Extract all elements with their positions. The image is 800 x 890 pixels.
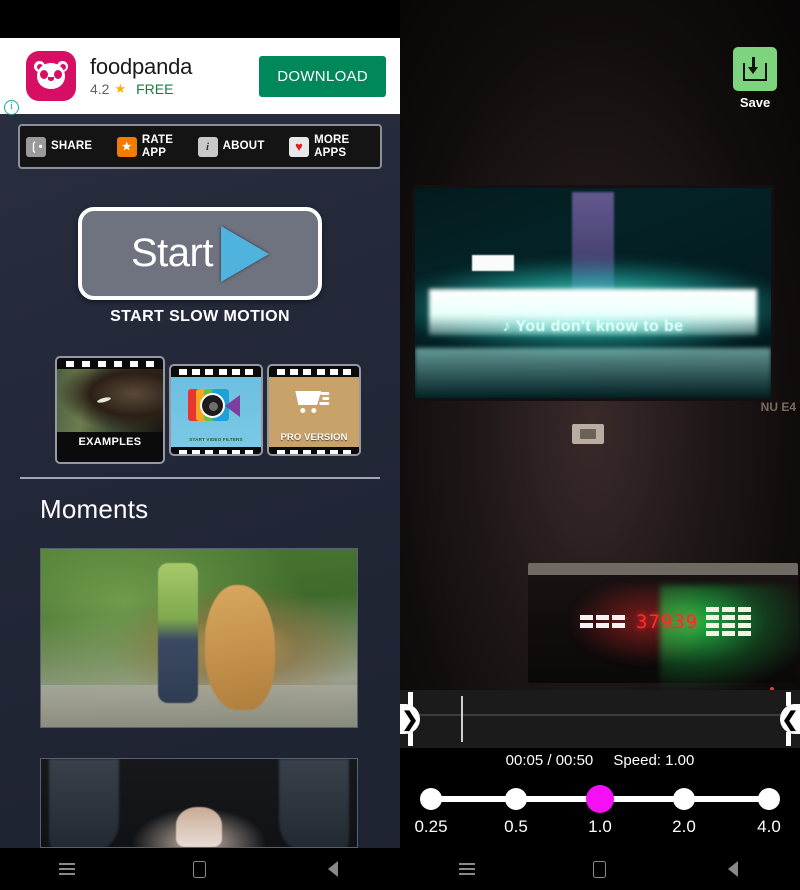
pro-version-thumbnail: PRO VERSION <box>269 377 359 447</box>
tv-screen: ♪ You don't know to be <box>412 185 774 401</box>
rate-app-label: RATE APP <box>141 134 174 159</box>
save-button[interactable] <box>733 47 777 91</box>
ad-app-title: foodpanda <box>90 53 193 79</box>
info-icon: i <box>197 136 218 157</box>
speed-stop-1.0[interactable] <box>586 785 614 813</box>
speed-stop-2.0[interactable] <box>673 788 695 810</box>
speed-display: Speed: 1.00 <box>613 752 695 769</box>
save-label: Save <box>739 95 771 110</box>
pro-version-card-label: PRO VERSION <box>280 432 348 443</box>
status-bar <box>0 0 400 38</box>
ad-banner[interactable]: foodpanda 4.2 ★ FREE DOWNLOAD <box>0 38 400 114</box>
save-control[interactable]: Save <box>723 47 787 110</box>
back-icon[interactable] <box>267 861 400 877</box>
wall-outlet <box>572 424 604 444</box>
trim-handle-right[interactable]: ❮ <box>780 692 800 746</box>
ad-rating: 4.2 <box>90 81 110 98</box>
about-button[interactable]: i ABOUT <box>197 136 289 157</box>
playback-status-row: 00:05 / 00:50 Speed: 1.00 <box>400 752 800 769</box>
timeline-playhead[interactable] <box>461 696 463 742</box>
start-caption: START SLOW MOTION <box>110 308 290 325</box>
video-timeline[interactable]: ❯ ❮ <box>400 690 800 748</box>
action-bar: ❲• SHARE ★ RATE APP i ABOUT ♥ MORE APPS <box>18 124 382 169</box>
timeline-track <box>400 714 800 716</box>
chevron-left-icon: ❮ <box>780 704 800 734</box>
trim-handle-left[interactable]: ❯ <box>400 692 420 746</box>
back-icon[interactable] <box>667 861 800 877</box>
video-filters-card-label: START VIDEO FILTERS <box>189 437 243 442</box>
karaoke-lyric-overlay: ♪ You don't know to be <box>502 318 684 336</box>
ad-price: FREE <box>136 81 174 98</box>
film-perforation <box>269 366 359 377</box>
slow-motion-app-panel: foodpanda 4.2 ★ FREE DOWNLOAD i ❲• SHARE… <box>0 0 400 890</box>
aperture-icon <box>200 393 225 418</box>
ad-text-block: foodpanda 4.2 ★ FREE <box>90 55 259 97</box>
heart-icon: ♥ <box>289 136 310 157</box>
moment-hands-dark[interactable] <box>40 758 358 848</box>
ad-subtitle: 4.2 ★ FREE <box>90 81 259 97</box>
speed-label-0.25: 0.25 <box>414 817 448 836</box>
speed-slider[interactable] <box>420 785 780 813</box>
save-download-icon <box>743 57 767 81</box>
color-filters-icon <box>188 389 246 423</box>
karaoke-machine: 37939 <box>528 563 800 691</box>
video-filters-card[interactable]: START VIDEO FILTERS <box>169 364 263 456</box>
speed-stop-4.0[interactable] <box>758 788 780 810</box>
speed-label-2.0: 2.0 <box>672 817 696 836</box>
time-display: 00:05 / 00:50 <box>505 752 594 769</box>
menu-icon[interactable] <box>0 863 133 875</box>
moments-section-title: Moments <box>40 494 149 524</box>
film-perforation <box>171 366 261 377</box>
menu-icon[interactable] <box>400 863 533 875</box>
screenshot-root: foodpanda 4.2 ★ FREE DOWNLOAD i ❲• SHARE… <box>0 0 800 890</box>
video-filters-thumbnail: START VIDEO FILTERS <box>171 377 261 447</box>
led-number-display: 37939 <box>636 611 699 633</box>
shopping-cart-icon <box>295 389 330 413</box>
start-slow-motion-button[interactable]: Start <box>78 207 322 300</box>
led-block-right <box>706 607 751 636</box>
foodpanda-logo-icon <box>26 51 76 101</box>
speed-label-4.0: 4.0 <box>757 817 781 836</box>
wall-label-text: NU E4 <box>760 400 796 414</box>
about-label: ABOUT <box>222 140 265 153</box>
more-apps-label: MORE APPS <box>314 134 350 159</box>
chevron-right-icon: ❯ <box>400 704 420 734</box>
examples-thumbnail <box>57 369 163 432</box>
share-button[interactable]: ❲• SHARE <box>26 136 117 157</box>
led-block-left <box>580 615 625 628</box>
section-divider <box>20 477 380 479</box>
share-label: SHARE <box>51 140 93 153</box>
star-icon: ★ <box>116 136 137 157</box>
film-perforation <box>171 447 261 454</box>
share-icon: ❲• <box>26 136 46 157</box>
rate-app-button[interactable]: ★ RATE APP <box>116 134 198 159</box>
pro-version-card[interactable]: PRO VERSION <box>267 364 361 456</box>
film-perforation <box>57 358 163 369</box>
moment-dog-park[interactable] <box>40 548 358 728</box>
camcorder-icon <box>225 395 240 417</box>
ad-info-icon[interactable]: i <box>4 100 19 115</box>
play-triangle-icon <box>220 225 269 282</box>
start-button-label: Start <box>131 231 213 275</box>
star-icon: ★ <box>114 81 127 97</box>
android-navbar-right <box>400 848 800 890</box>
film-perforation <box>269 447 359 454</box>
speed-stop-0.5[interactable] <box>505 788 527 810</box>
more-apps-button[interactable]: ♥ MORE APPS <box>289 134 374 159</box>
video-editor-panel: ♪ You don't know to be NU E4 37939 Save … <box>400 0 800 890</box>
home-icon[interactable] <box>133 860 266 878</box>
feature-cards-row: EXAMPLES START VIDEO FILTERS PRO VERSION <box>55 356 361 468</box>
speed-label-1.0: 1.0 <box>588 817 612 836</box>
examples-card[interactable]: EXAMPLES <box>55 356 165 464</box>
android-navbar-left <box>0 848 400 890</box>
speed-stop-0.25[interactable] <box>420 788 442 810</box>
speed-label-0.5: 0.5 <box>504 817 528 836</box>
ad-download-button[interactable]: DOWNLOAD <box>259 55 386 97</box>
home-icon[interactable] <box>533 860 666 878</box>
speed-slider-labels: 0.25 0.5 1.0 2.0 4.0 <box>414 817 781 841</box>
examples-card-label: EXAMPLES <box>78 436 142 448</box>
